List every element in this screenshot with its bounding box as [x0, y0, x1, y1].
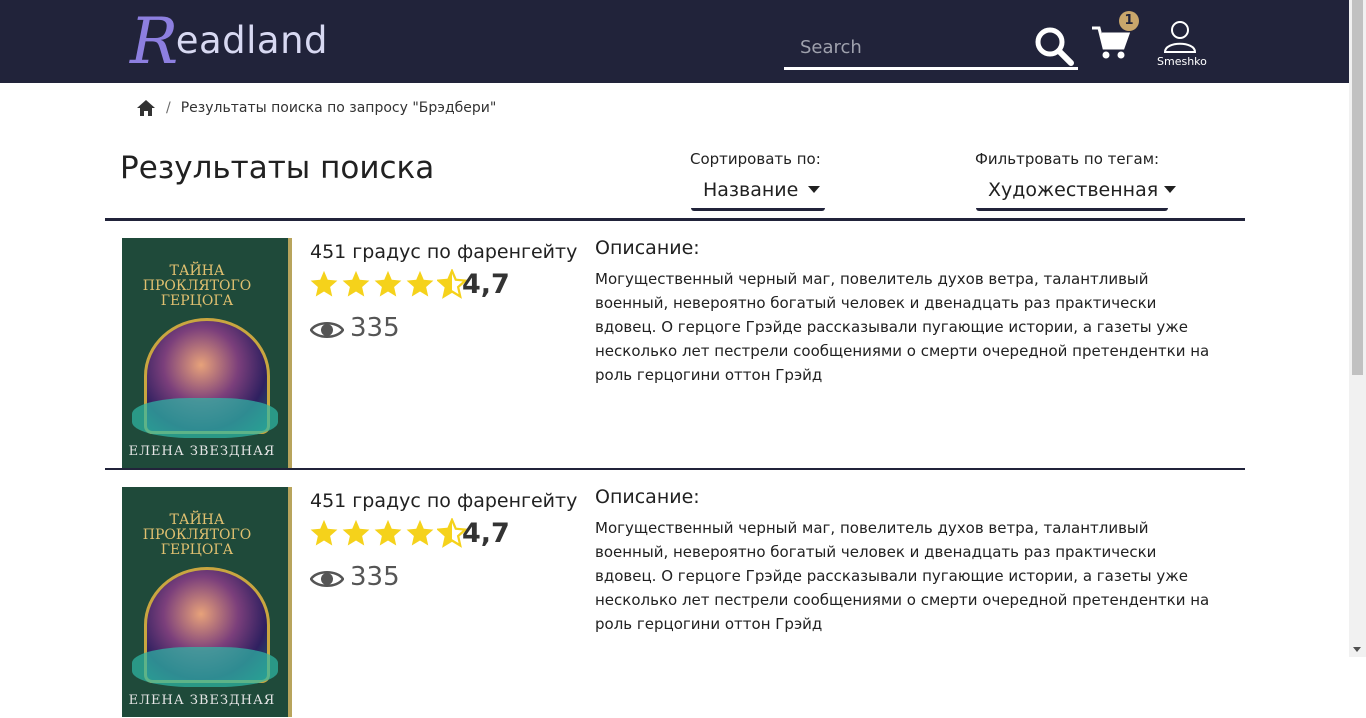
tag-filter-dropdown[interactable]: Художественная	[976, 171, 1177, 211]
star-full-icon	[342, 270, 370, 297]
cover-title: ТАЙНА ПРОКЛЯТОГО ГЕРЦОГА	[142, 263, 252, 309]
user-icon	[1163, 21, 1197, 53]
rating-stars	[309, 518, 469, 548]
star-full-icon	[310, 519, 338, 546]
star-full-icon	[342, 519, 370, 546]
book-description: Могущественный черный маг, повелитель ду…	[595, 519, 1210, 633]
book-cover-image[interactable]: ТАЙНА ПРОКЛЯТОГО ГЕРЦОГА ЕЛЕНА ЗВЕЗДНАЯ	[122, 238, 292, 468]
search-bar	[784, 26, 1078, 70]
filter-value: Художественная	[988, 178, 1159, 201]
book-result-item[interactable]: ТАЙНА ПРОКЛЯТОГО ГЕРЦОГА ЕЛЕНА ЗВЕЗДНАЯ …	[105, 221, 1245, 469]
sort-value: Название	[703, 178, 799, 201]
scroll-down-arrow-icon[interactable]	[1353, 647, 1361, 652]
search-input[interactable]	[798, 32, 1022, 62]
star-full-icon	[406, 270, 434, 297]
views-count: 335	[350, 313, 400, 343]
search-icon[interactable]	[1034, 26, 1074, 66]
chevron-down-icon	[1164, 186, 1177, 193]
cart-count-badge: 1	[1119, 11, 1139, 31]
logo-text: eadland	[175, 19, 329, 62]
sort-dropdown[interactable]: Название	[691, 171, 825, 211]
filter-label: Фильтровать по тегам:	[975, 150, 1160, 168]
description-label: Описание:	[595, 237, 700, 259]
cover-author: ЕЛЕНА ЗВЕЗДНАЯ	[128, 693, 276, 708]
cover-author: ЕЛЕНА ЗВЕЗДНАЯ	[128, 444, 276, 459]
book-title[interactable]: 451 градус по фаренгейту	[310, 241, 577, 263]
book-cover-image[interactable]: ТАЙНА ПРОКЛЯТОГО ГЕРЦОГА ЕЛЕНА ЗВЕЗДНАЯ	[122, 487, 292, 717]
chevron-down-icon	[808, 186, 821, 193]
home-icon[interactable]	[136, 99, 156, 117]
book-description: Могущественный черный маг, повелитель ду…	[595, 270, 1210, 384]
breadcrumb: / Результаты поиска по запросу "Брэдбери…	[136, 97, 496, 119]
username-label: Smeshko	[1157, 55, 1207, 68]
views-count: 335	[350, 562, 400, 592]
cover-illustration-sea	[132, 647, 278, 687]
eye-icon	[310, 571, 344, 587]
cover-title: ТАЙНА ПРОКЛЯТОГО ГЕРЦОГА	[142, 512, 252, 558]
description-label: Описание:	[595, 486, 700, 508]
eye-icon	[310, 322, 344, 338]
book-result-item[interactable]: ТАЙНА ПРОКЛЯТОГО ГЕРЦОГА ЕЛЕНА ЗВЕЗДНАЯ …	[105, 470, 1245, 718]
page-title: Результаты поиска	[120, 150, 435, 186]
cover-illustration-sea	[132, 398, 278, 438]
rating-value: 4,7	[462, 269, 510, 300]
rating-stars	[309, 269, 469, 299]
star-full-icon	[374, 270, 402, 297]
breadcrumb-current: Результаты поиска по запросу "Брэдбери"	[180, 100, 497, 116]
star-full-icon	[374, 519, 402, 546]
scrollbar-thumb[interactable]	[1352, 0, 1363, 375]
star-full-icon	[310, 270, 338, 297]
rating-value: 4,7	[462, 518, 510, 549]
sort-label: Сортировать по:	[690, 150, 821, 168]
star-full-icon	[406, 519, 434, 546]
book-title[interactable]: 451 градус по фаренгейту	[310, 490, 577, 512]
readland-logo[interactable]: R eadland	[130, 10, 328, 74]
breadcrumb-separator: /	[166, 100, 171, 116]
logo-initial: R	[130, 5, 179, 79]
top-navbar: R eadland	[0, 0, 1349, 83]
user-profile-button[interactable]: Smeshko	[1157, 20, 1207, 68]
